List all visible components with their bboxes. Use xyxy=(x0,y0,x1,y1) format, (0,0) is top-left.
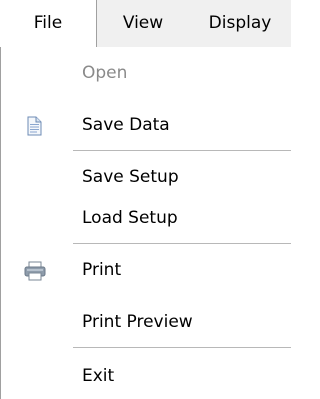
menu-item-print-preview[interactable]: Print Preview xyxy=(1,306,291,338)
menu-item-label: Open xyxy=(82,63,128,83)
menu-item-save-data[interactable]: Save Data xyxy=(1,109,291,141)
menu-item-label: Load Setup xyxy=(82,208,178,228)
menu-item-label: Save Setup xyxy=(82,167,179,187)
menu-separator xyxy=(73,150,291,151)
menu-display[interactable]: Display xyxy=(189,0,291,47)
menu-file[interactable]: File xyxy=(0,0,97,47)
menu-item-save-setup[interactable]: Save Setup xyxy=(1,161,291,193)
menu-item-label: Save Data xyxy=(82,115,170,135)
menu-item-load-setup[interactable]: Load Setup xyxy=(1,202,291,234)
menu-item-label: Print Preview xyxy=(82,312,193,332)
menu-item-print[interactable]: Print xyxy=(1,254,291,286)
document-icon xyxy=(24,115,44,136)
menu-bar: File View Display xyxy=(0,0,291,47)
menu-separator xyxy=(73,243,291,244)
menu-view[interactable]: View xyxy=(97,0,189,47)
printer-icon xyxy=(24,260,46,281)
menu-item-label: Exit xyxy=(82,366,115,386)
file-dropdown-menu: Open Save Data Save Setup Load Setup Pri… xyxy=(1,47,291,399)
menu-separator xyxy=(73,347,291,348)
menu-item-open: Open xyxy=(1,57,291,89)
menu-item-label: Print xyxy=(82,260,122,280)
menu-item-exit[interactable]: Exit xyxy=(1,360,291,392)
